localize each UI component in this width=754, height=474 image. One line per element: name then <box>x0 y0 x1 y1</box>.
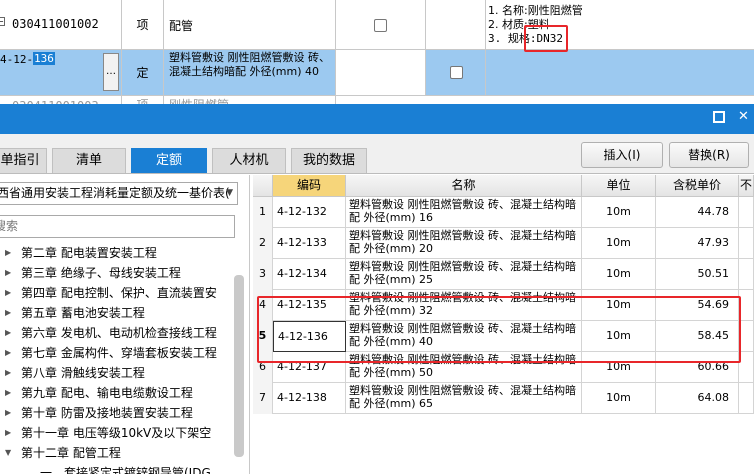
extra-cell <box>739 290 754 321</box>
tree-item[interactable]: ▶ 第二章 配电装置安装工程 <box>0 243 232 263</box>
table-row[interactable]: 1 4-12-132 塑料管敷设 刚性阻燃管敷设 砖、混凝土结构暗配 外径(mm) … <box>253 197 754 228</box>
quota-price: 47.93 <box>656 228 739 259</box>
annotation-box-rows <box>257 296 741 363</box>
expand-arrow-icon[interactable]: ▶ <box>5 283 11 303</box>
quota-price: 44.78 <box>656 197 739 228</box>
insert-button[interactable]: 插入(I) <box>581 142 663 168</box>
expand-arrow-icon[interactable]: ▶ <box>5 263 11 283</box>
tree-item[interactable]: 一、套接紧定式镀锌钢导管(JDG <box>0 463 232 474</box>
quota-library-select[interactable]: 西省通用安装工程消耗量定额及统一基价表( ▼ <box>0 182 238 205</box>
quota-unit: 10m <box>582 259 656 290</box>
quota-unit: 10m <box>582 197 656 228</box>
tab-bill-guide[interactable]: 清单指引 <box>0 148 47 173</box>
table-row[interactable]: 3 4-12-134 塑料管敷设 刚性阻燃管敷设 砖、混凝土结构暗配 外径(mm) … <box>253 259 754 290</box>
tree-item[interactable]: ▶ 第七章 金属构件、穿墙套板安装工程 <box>0 343 232 363</box>
quota-name: 塑料管敷设 刚性阻燃管敷设 砖、混凝土结构暗配 外径(mm) 20 <box>346 228 582 259</box>
expand-arrow-icon[interactable]: ▶ <box>5 363 11 383</box>
tree-item[interactable]: ▶ 第四章 配电控制、保护、直流装置安 <box>0 283 232 303</box>
col-header-code[interactable]: 编码 <box>273 175 346 197</box>
extra-cell <box>739 352 754 383</box>
more-button[interactable]: … <box>103 53 119 91</box>
table-row[interactable]: 7 4-12-138 塑料管敷设 刚性阻燃管敷设 砖、混凝土结构暗配 外径(mm) … <box>253 383 754 414</box>
quota-name: 塑料管敷设 刚性阻燃管敷设 砖、混凝土结构暗配 外径(mm) 25 <box>346 259 582 290</box>
extra-cell <box>739 197 754 228</box>
tree-item[interactable]: ▶ 第十一章 电压等级10kV及以下架空 <box>0 423 232 443</box>
tree-item[interactable]: ▶ 第九章 配电、输电电缆敷设工程 <box>0 383 232 403</box>
bill-checkbox[interactable] <box>374 19 387 32</box>
quota-name: 塑料管敷设 刚性阻燃管敷设 砖、混凝土结构暗配 外径(mm) 40 <box>169 51 330 78</box>
tab-quota[interactable]: 定额 <box>131 148 207 173</box>
collapse-arrow-icon[interactable]: ▼ <box>5 443 11 463</box>
quota-price: 64.08 <box>656 383 739 414</box>
col-header-price[interactable]: 含税单价 <box>656 175 739 197</box>
maximize-icon[interactable] <box>713 111 725 123</box>
close-icon[interactable]: ✕ <box>738 110 749 124</box>
extra-cell <box>739 383 754 414</box>
row-index: 3 <box>253 259 273 290</box>
expand-arrow-icon[interactable]: ▶ <box>5 323 11 343</box>
search-input[interactable]: 搜索 <box>0 215 235 238</box>
quota-table: 编码 名称 单位 含税单价 不 1 4-12-132 塑料管敷设 刚性阻燃管敷设 砖… <box>253 175 754 474</box>
table-row[interactable]: 2 4-12-133 塑料管敷设 刚性阻燃管敷设 砖、混凝土结构暗配 外径(mm) … <box>253 228 754 259</box>
quota-price: 50.51 <box>656 259 739 290</box>
col-header-name[interactable]: 名称 <box>346 175 582 197</box>
bill-type: 项 <box>122 0 164 49</box>
collapse-icon[interactable]: − <box>0 17 5 26</box>
quota-code-selection[interactable]: 136 <box>33 52 55 65</box>
annotation-box-spec <box>524 25 568 52</box>
chevron-down-icon[interactable]: ▼ <box>226 183 233 204</box>
expand-arrow-icon[interactable]: ▶ <box>5 423 11 443</box>
quota-code: 4-12-138 <box>273 383 346 414</box>
quota-code-prefix: 4-12- <box>0 53 34 66</box>
row-index: 7 <box>253 383 273 414</box>
tree-item[interactable]: ▶ 第八章 滑触线安装工程 <box>0 363 232 383</box>
quota-checkbox[interactable] <box>450 66 463 79</box>
quota-name: 塑料管敷设 刚性阻燃管敷设 砖、混凝土结构暗配 外径(mm) 65 <box>346 383 582 414</box>
tree-scrollbar[interactable] <box>234 275 244 457</box>
quota-code: 4-12-133 <box>273 228 346 259</box>
tree-item-expanded[interactable]: ▼ 第十二章 配管工程 <box>0 443 232 463</box>
quota-row-selected[interactable]: 4-12- 136 … 定 塑料管敷设 刚性阻燃管敷设 砖、混凝土结构暗配 外径… <box>0 50 754 96</box>
row-index: 2 <box>253 228 273 259</box>
quota-unit: 10m <box>582 383 656 414</box>
quota-unit: 10m <box>582 228 656 259</box>
bill-code: 030411001002 <box>12 17 99 31</box>
row-index: 1 <box>253 197 273 228</box>
col-header-extra[interactable]: 不 <box>739 175 754 197</box>
replace-button[interactable]: 替换(R) <box>669 142 749 168</box>
bill-name: 配管 <box>169 19 194 33</box>
bill-row[interactable]: − 030411001002 项 配管 1. 名称:刚性阻燃管 2. 材质:塑料… <box>0 0 754 50</box>
quota-type: 定 <box>122 50 164 95</box>
expand-arrow-icon[interactable]: ▶ <box>5 383 11 403</box>
tree-item[interactable]: ▶ 第六章 发电机、电动机检查接线工程 <box>0 323 232 343</box>
tree-item[interactable]: ▶ 第五章 蓄电池安装工程 <box>0 303 232 323</box>
bill-grid: − 030411001002 项 配管 1. 名称:刚性阻燃管 2. 材质:塑料… <box>0 0 754 112</box>
col-header-unit[interactable]: 单位 <box>582 175 656 197</box>
extra-cell <box>739 321 754 352</box>
extra-cell <box>739 228 754 259</box>
expand-arrow-icon[interactable]: ▶ <box>5 303 11 323</box>
tab-labor-material[interactable]: 人材机 <box>212 148 286 173</box>
quota-name: 塑料管敷设 刚性阻燃管敷设 砖、混凝土结构暗配 外径(mm) 16 <box>346 197 582 228</box>
tab-my-data[interactable]: 我的数据 <box>291 148 367 173</box>
quota-code: 4-12-134 <box>273 259 346 290</box>
dialog-titlebar[interactable]: ✕ <box>0 104 754 134</box>
tree-item[interactable]: ▶ 第十章 防雷及接地装置安装工程 <box>0 403 232 423</box>
quota-code: 4-12-132 <box>273 197 346 228</box>
tab-bill[interactable]: 清单 <box>52 148 126 173</box>
expand-arrow-icon[interactable]: ▶ <box>5 403 11 423</box>
expand-arrow-icon[interactable]: ▶ <box>5 243 11 263</box>
col-header-index <box>253 175 273 197</box>
expand-arrow-icon[interactable]: ▶ <box>5 343 11 363</box>
tree-item[interactable]: ▶ 第三章 绝缘子、母线安装工程 <box>0 263 232 283</box>
quota-tree-panel: 西省通用安装工程消耗量定额及统一基价表( ▼ 搜索 ▶ 第二章 配电装置安装工程 … <box>0 175 250 474</box>
extra-cell <box>739 259 754 290</box>
